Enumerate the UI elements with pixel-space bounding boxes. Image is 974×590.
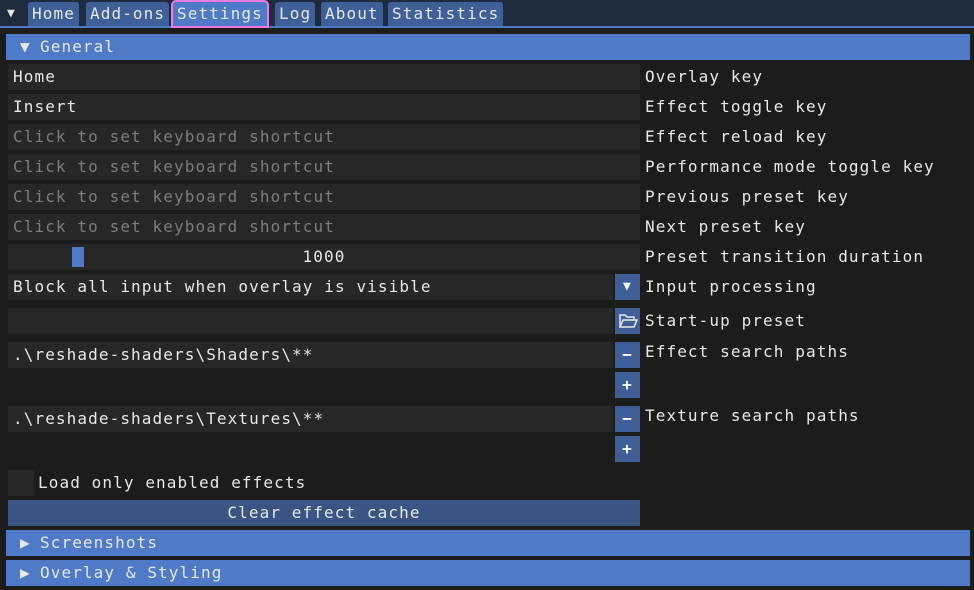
previous-preset-key-input[interactable]: Click to set keyboard shortcut: [8, 184, 640, 210]
section-screenshots[interactable]: ▶ Screenshots: [6, 530, 970, 556]
slider-value: 1000: [302, 247, 346, 266]
plus-icon[interactable]: +: [615, 436, 640, 462]
input-processing-label: Input processing: [645, 277, 817, 296]
section-title: Screenshots: [40, 533, 159, 552]
next-preset-key-input[interactable]: Click to set keyboard shortcut: [8, 214, 640, 240]
section-title: General: [40, 37, 116, 56]
tab-add-ons[interactable]: Add-ons: [86, 2, 170, 26]
tab-about[interactable]: About: [321, 2, 383, 26]
effect-toggle-key-input[interactable]: Insert: [8, 94, 640, 120]
overlay-key-label: Overlay key: [645, 67, 764, 86]
input-processing-combo[interactable]: Block all input when overlay is visible: [8, 274, 613, 300]
transition-duration-slider[interactable]: 1000: [8, 244, 640, 270]
tab-statistics[interactable]: Statistics: [388, 2, 504, 26]
section-title: Overlay & Styling: [40, 563, 223, 582]
effect-reload-key-label: Effect reload key: [645, 127, 828, 146]
performance-key-label: Performance mode toggle key: [645, 157, 935, 176]
transition-duration-label: Preset transition duration: [645, 247, 925, 266]
startup-preset-label: Start-up preset: [645, 311, 806, 330]
clear-effect-cache-button[interactable]: Clear effect cache: [8, 500, 640, 526]
folder-open-icon[interactable]: [615, 308, 640, 334]
expanded-arrow-icon: ▼: [20, 37, 31, 56]
tab-settings[interactable]: Settings: [171, 0, 269, 28]
effect-toggle-key-label: Effect toggle key: [645, 97, 828, 116]
texture-search-paths-label: Texture search paths: [645, 406, 860, 425]
texture-path-input[interactable]: .\reshade-shaders\Textures\**: [8, 406, 613, 432]
tab-log[interactable]: Log: [275, 2, 316, 26]
load-only-enabled-label: Load only enabled effects: [38, 473, 307, 492]
load-only-enabled-checkbox[interactable]: [8, 470, 34, 496]
collapsed-arrow-icon: ▶: [20, 563, 31, 582]
section-general[interactable]: ▼ General: [6, 34, 970, 60]
tab-home[interactable]: Home: [28, 2, 79, 26]
previous-preset-key-label: Previous preset key: [645, 187, 849, 206]
section-overlay-styling[interactable]: ▶ Overlay & Styling: [6, 560, 970, 586]
effect-path-input[interactable]: .\reshade-shaders\Shaders\**: [8, 342, 613, 368]
collapsed-arrow-icon: ▶: [20, 533, 31, 552]
performance-key-input[interactable]: Click to set keyboard shortcut: [8, 154, 640, 180]
overlay-key-input[interactable]: Home: [8, 64, 640, 90]
menu-triangle-icon[interactable]: ▼: [7, 6, 21, 22]
next-preset-key-label: Next preset key: [645, 217, 806, 236]
minus-icon[interactable]: −: [615, 342, 640, 368]
effect-search-paths-label: Effect search paths: [645, 342, 849, 361]
plus-icon[interactable]: +: [615, 372, 640, 398]
startup-preset-input[interactable]: [8, 308, 613, 334]
minus-icon[interactable]: −: [615, 406, 640, 432]
effect-reload-key-input[interactable]: Click to set keyboard shortcut: [8, 124, 640, 150]
dropdown-arrow-icon[interactable]: ▼: [615, 274, 640, 300]
tab-bar: ▼ Home Add-ons Settings Log About Statis…: [0, 0, 974, 28]
